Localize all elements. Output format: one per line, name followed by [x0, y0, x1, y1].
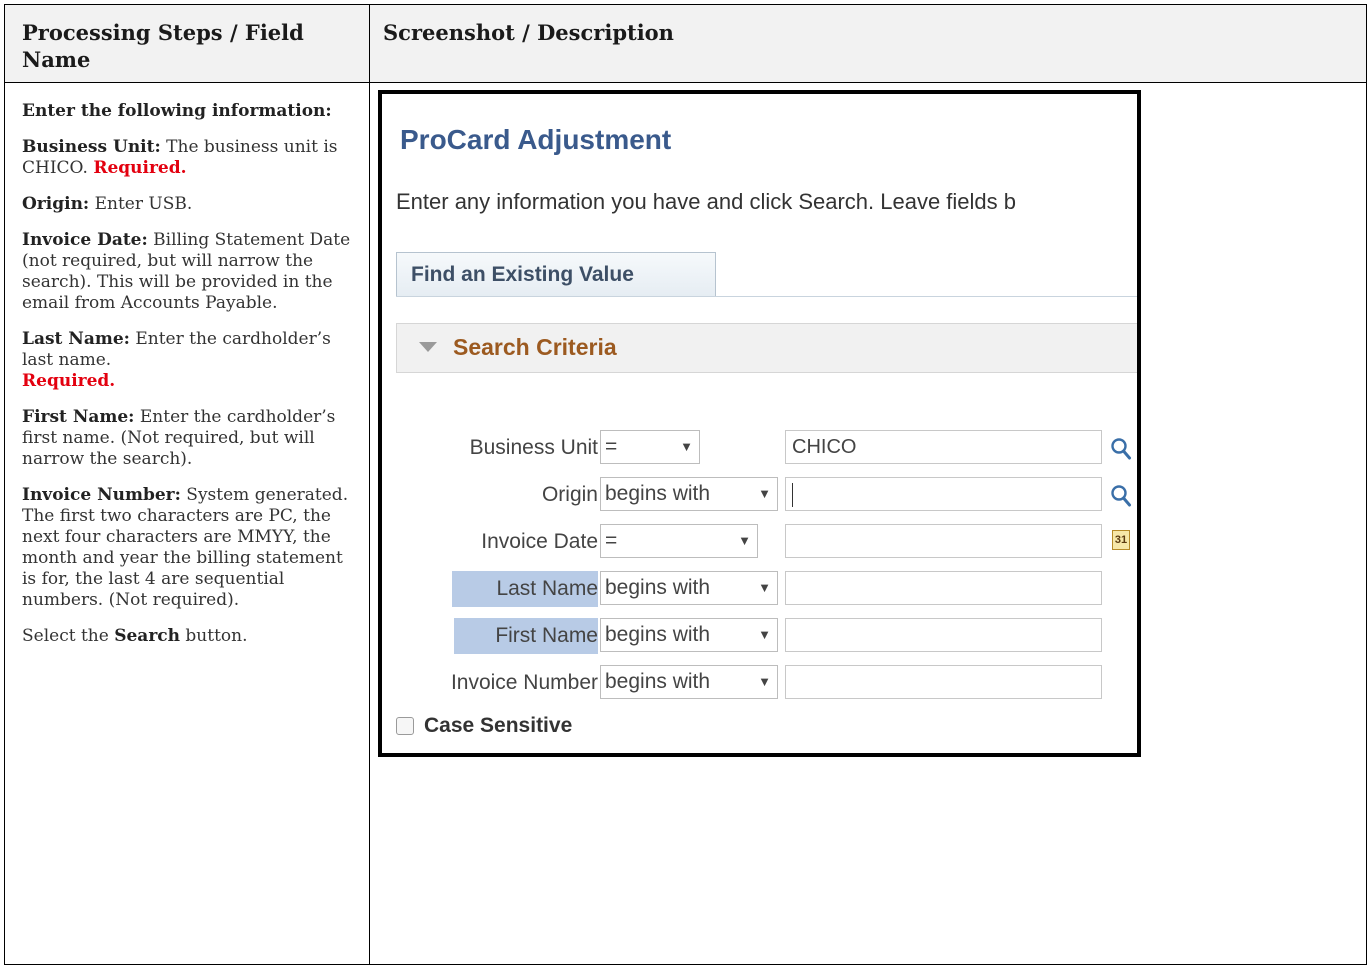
operator-select[interactable]: begins with ▼ — [600, 618, 778, 652]
field-row-first-name: First Name begins with ▼ — [382, 614, 1137, 654]
first-name-input[interactable] — [785, 618, 1102, 652]
step-select-search: Select the Search button. — [22, 626, 248, 646]
case-sensitive-checkbox[interactable] — [396, 717, 414, 735]
dropdown-arrow-icon: ▼ — [758, 486, 771, 501]
required-marker: Required. — [93, 158, 187, 178]
steps-column: Enter the following information: Busines… — [22, 101, 356, 662]
field-row-last-name: Last Name begins with ▼ — [382, 567, 1137, 607]
step-origin: Origin: Enter USB. — [22, 194, 193, 214]
invoice-date-input[interactable] — [785, 524, 1102, 558]
field-row-business-unit: Business Unit = ▼ CHICO — [382, 426, 1137, 466]
magnifier-lookup-icon[interactable] — [1110, 483, 1132, 509]
invoice-number-input[interactable] — [785, 665, 1102, 699]
search-criteria-header[interactable]: Search Criteria — [396, 323, 1137, 373]
operator-select[interactable]: = ▼ — [600, 524, 758, 558]
calendar-icon[interactable]: 31 — [1112, 530, 1130, 550]
operator-select[interactable]: begins with ▼ — [600, 665, 778, 699]
step-first-name: First Name: Enter the cardholder’s first… — [22, 407, 336, 469]
last-name-input[interactable] — [785, 571, 1102, 605]
dropdown-arrow-icon: ▼ — [738, 533, 751, 548]
field-label: Last Name — [452, 571, 598, 607]
collapse-triangle-icon[interactable] — [419, 342, 437, 352]
field-label: Business Unit — [469, 436, 598, 459]
field-label: Invoice Date — [481, 530, 598, 553]
origin-input[interactable] — [785, 477, 1102, 511]
page-title: ProCard Adjustment — [400, 124, 672, 155]
instruction-text: Enter any information you have and click… — [396, 189, 1017, 214]
tab-find-existing-value[interactable]: Find an Existing Value — [396, 252, 716, 296]
case-sensitive-label: Case Sensitive — [424, 714, 573, 737]
step-invoice-number: Invoice Number: System generated. The fi… — [22, 485, 349, 610]
field-row-invoice-number: Invoice Number begins with ▼ — [382, 661, 1137, 701]
field-label: First Name — [454, 618, 598, 654]
field-label: Invoice Number — [450, 671, 598, 694]
text-cursor — [792, 482, 793, 507]
field-row-origin: Origin begins with ▼ — [382, 473, 1137, 513]
intro-text: Enter the following information: — [22, 101, 332, 121]
dropdown-arrow-icon: ▼ — [680, 439, 693, 454]
procard-screenshot: ProCard Adjustment Enter any information… — [378, 90, 1141, 757]
step-business-unit: Business Unit: The business unit is CHIC… — [22, 137, 338, 178]
column-header-screenshot: Screenshot / Description — [383, 20, 674, 45]
magnifier-lookup-icon[interactable] — [1110, 436, 1132, 462]
operator-select[interactable]: = ▼ — [600, 430, 700, 464]
column-divider — [369, 5, 370, 964]
tab-strip: Find an Existing Value — [396, 252, 1137, 297]
dropdown-arrow-icon: ▼ — [758, 627, 771, 642]
dropdown-arrow-icon: ▼ — [758, 580, 771, 595]
required-marker: Required. — [22, 371, 116, 391]
field-label: Origin — [541, 483, 598, 506]
operator-select[interactable]: begins with ▼ — [600, 477, 778, 511]
business-unit-input[interactable]: CHICO — [785, 430, 1102, 464]
step-invoice-date: Invoice Date: Billing Statement Date (no… — [22, 230, 351, 313]
table-header-row: Processing Steps / Field Name Screenshot… — [5, 5, 1366, 83]
search-criteria-label: Search Criteria — [453, 334, 617, 360]
step-last-name: Last Name: Enter the cardholder’s last n… — [22, 329, 331, 391]
field-row-invoice-date: Invoice Date = ▼ 31 — [382, 520, 1137, 560]
dropdown-arrow-icon: ▼ — [758, 674, 771, 689]
operator-select[interactable]: begins with ▼ — [600, 571, 778, 605]
column-header-steps: Processing Steps / Field Name — [22, 20, 304, 72]
